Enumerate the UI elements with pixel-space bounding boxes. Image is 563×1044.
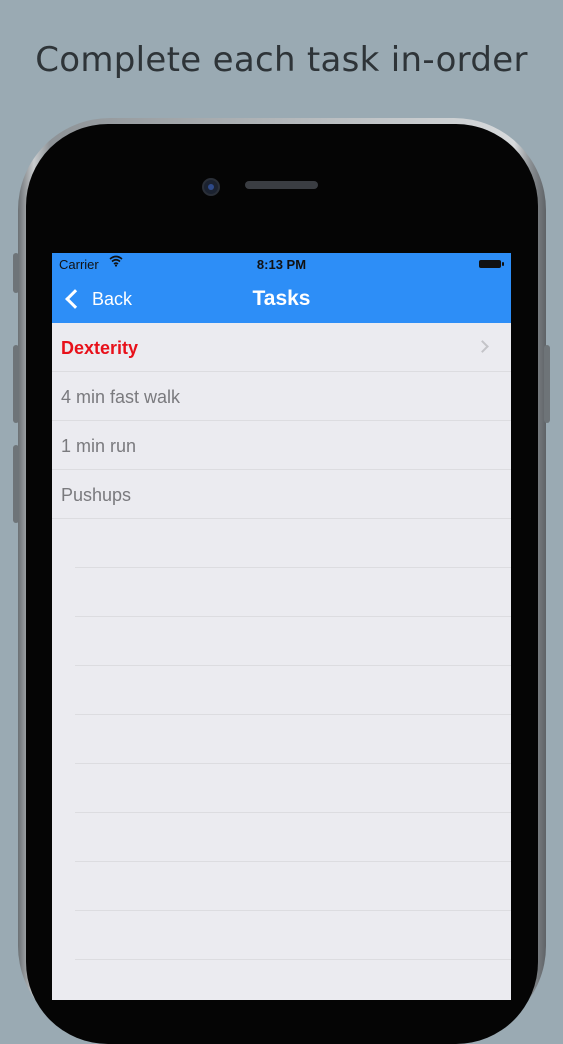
empty-row [75,764,511,813]
empty-row [75,617,511,666]
silent-switch [13,253,19,293]
status-bar: Carrier 8:13 PM [52,253,511,275]
phone-screen: Carrier 8:13 PM Back Tasks Dexterity 4 m… [52,253,511,1000]
marketing-headline: Complete each task in-order [35,40,528,80]
empty-table-rows [75,519,511,960]
empty-row [75,715,511,764]
empty-row [75,862,511,911]
task-list: Dexterity 4 min fast walk 1 min run Push… [52,323,511,519]
task-row-fast-walk[interactable]: 4 min fast walk [52,372,511,421]
task-label: Pushups [61,485,132,505]
empty-row [75,568,511,617]
empty-row [75,911,511,960]
navigation-bar: Back Tasks [52,275,511,323]
task-label: 1 min run [61,436,137,456]
task-row-run[interactable]: 1 min run [52,421,511,470]
empty-row [75,813,511,862]
task-row-dexterity[interactable]: Dexterity [52,323,511,372]
empty-row [75,519,511,568]
page-title: Tasks [252,287,311,310]
power-button [544,345,550,423]
earpiece-speaker [245,181,318,189]
volume-down-button [13,445,19,523]
task-row-pushups[interactable]: Pushups [52,470,511,519]
battery-icon [479,260,504,268]
task-label: 4 min fast walk [61,387,181,407]
volume-up-button [13,345,19,423]
status-time: 8:13 PM [256,257,307,272]
task-label: Dexterity [61,338,139,358]
chevron-right-icon [476,340,489,353]
empty-row [75,666,511,715]
front-camera [202,178,220,196]
